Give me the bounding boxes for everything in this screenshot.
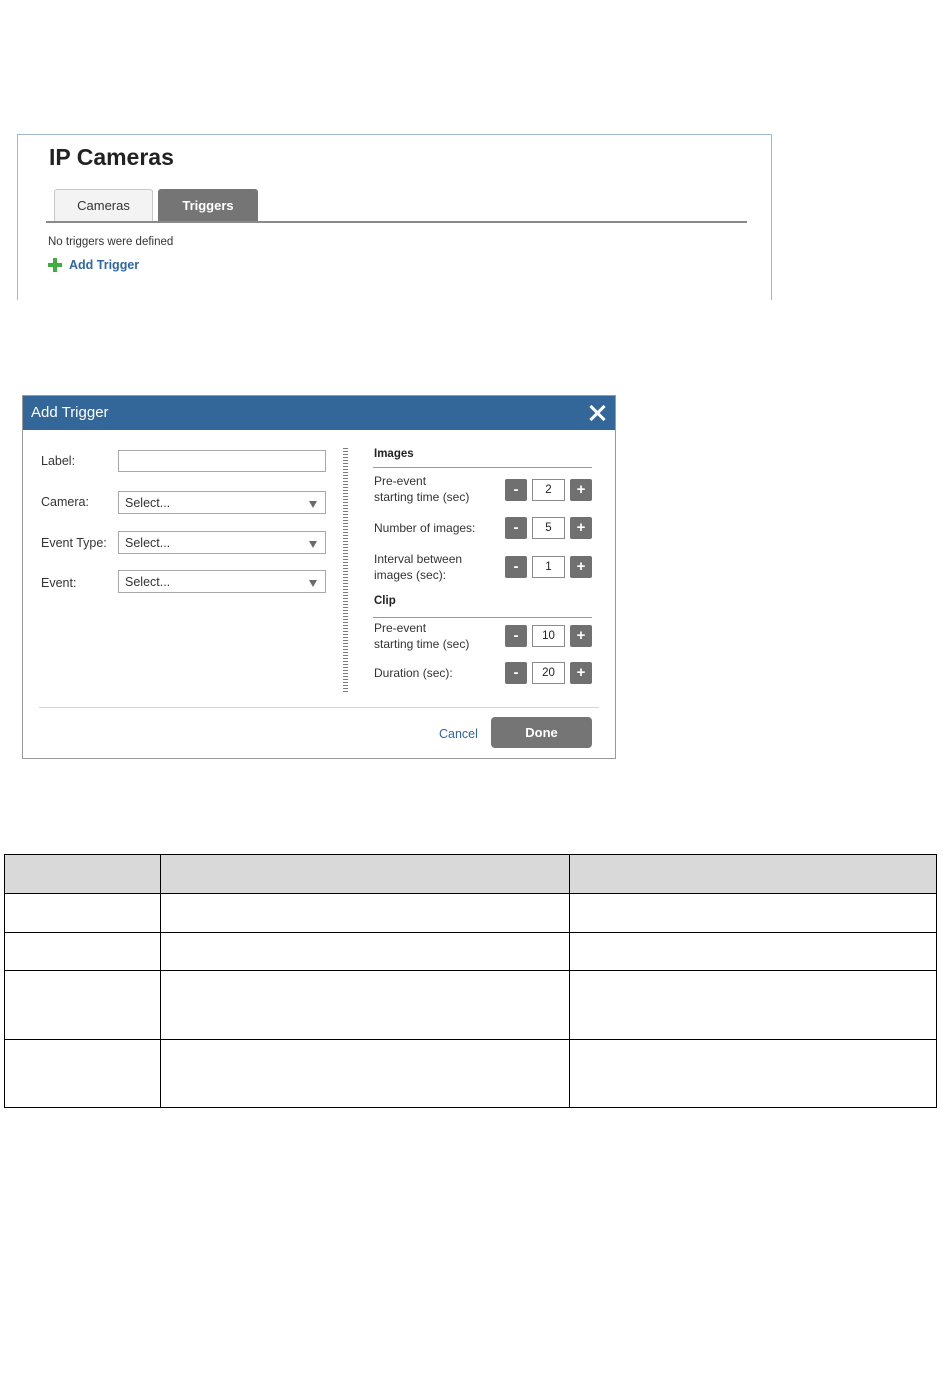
table-cell: [569, 970, 937, 1040]
event-select-value: Select...: [125, 575, 171, 589]
table-cell: [159, 893, 571, 933]
table-row: [4, 1039, 937, 1108]
number-of-images-label: Number of images:: [374, 521, 476, 535]
event-select[interactable]: Select...: [118, 570, 326, 593]
images-pre-event-label-line2: starting time (sec): [374, 490, 470, 504]
table-cell: [4, 932, 161, 971]
clip-pre-event-stepper: - 10 +: [505, 625, 592, 647]
label-input[interactable]: [118, 450, 326, 472]
event-type-select[interactable]: Select...: [118, 531, 326, 554]
event-type-field-label: Event Type:: [41, 536, 107, 550]
number-of-images-stepper: - 5 +: [505, 517, 592, 539]
empty-message: No triggers were defined: [48, 236, 174, 248]
label-field-label: Label:: [41, 454, 76, 468]
images-pre-event-label-line1: Pre-event: [374, 474, 427, 488]
plus-icon: [48, 258, 62, 272]
tab-underline: [46, 221, 747, 223]
camera-select-value: Select...: [125, 496, 171, 510]
decrement-button[interactable]: -: [505, 625, 527, 647]
dialog-header: Add Trigger: [23, 396, 615, 430]
table-row: [4, 893, 937, 933]
decrement-button[interactable]: -: [505, 479, 527, 501]
table-cell: [4, 1039, 161, 1108]
interval-value[interactable]: 1: [532, 556, 565, 578]
event-field-label: Event:: [41, 576, 77, 590]
cancel-button[interactable]: Cancel: [439, 727, 478, 741]
table-cell: [569, 893, 937, 933]
chevron-down-icon: [309, 501, 317, 508]
images-section-title: Images: [374, 448, 414, 460]
table-cell: [159, 932, 571, 971]
number-of-images-value[interactable]: 5: [532, 517, 565, 539]
clip-section-line: [373, 617, 592, 618]
column-divider: [343, 448, 348, 693]
page-title: IP Cameras: [49, 144, 174, 170]
duration-stepper: - 20 +: [505, 662, 592, 684]
decrement-button[interactable]: -: [505, 517, 527, 539]
table-row: [4, 970, 937, 1040]
table-cell: [159, 1039, 571, 1108]
clip-section-title: Clip: [374, 595, 396, 607]
table-header-row: [4, 854, 937, 894]
images-pre-event-label: Pre-event starting time (sec): [374, 473, 469, 505]
interval-label-line2: images (sec):: [374, 568, 447, 582]
table-cell: [4, 893, 161, 933]
chevron-down-icon: [309, 580, 317, 587]
camera-select[interactable]: Select...: [118, 491, 326, 514]
add-trigger-link[interactable]: Add Trigger: [48, 258, 139, 272]
event-type-select-value: Select...: [125, 536, 171, 550]
table-cell: [569, 932, 937, 971]
tab-cameras[interactable]: Cameras: [54, 189, 153, 221]
table-header-cell: [4, 854, 161, 894]
ip-cameras-panel: IP Cameras Cameras Triggers No triggers …: [17, 134, 772, 300]
close-icon[interactable]: [587, 403, 607, 423]
dialog-title: Add Trigger: [31, 404, 109, 421]
interval-stepper: - 1 +: [505, 556, 592, 578]
table-header-cell: [159, 854, 571, 894]
clip-pre-event-label-line1: Pre-event: [374, 621, 427, 635]
duration-label: Duration (sec):: [374, 666, 453, 680]
decrement-button[interactable]: -: [505, 556, 527, 578]
clip-pre-event-value[interactable]: 10: [532, 625, 565, 647]
camera-field-label: Camera:: [41, 495, 89, 509]
increment-button[interactable]: +: [570, 556, 592, 578]
chevron-down-icon: [309, 541, 317, 548]
images-pre-event-value[interactable]: 2: [532, 479, 565, 501]
clip-pre-event-label: Pre-event starting time (sec): [374, 620, 469, 652]
clip-pre-event-label-line2: starting time (sec): [374, 637, 470, 651]
images-pre-event-stepper: - 2 +: [505, 479, 592, 501]
duration-value[interactable]: 20: [532, 662, 565, 684]
tab-triggers[interactable]: Triggers: [158, 189, 258, 221]
images-section-line: [373, 467, 592, 468]
increment-button[interactable]: +: [570, 662, 592, 684]
table-header-cell: [569, 854, 937, 894]
table-cell: [569, 1039, 937, 1108]
interval-label: Interval between images (sec):: [374, 551, 462, 583]
increment-button[interactable]: +: [570, 479, 592, 501]
footer-divider: [39, 707, 599, 708]
interval-label-line1: Interval between: [374, 552, 463, 566]
empty-table: [4, 854, 937, 1108]
decrement-button[interactable]: -: [505, 662, 527, 684]
table-cell: [4, 970, 161, 1040]
done-button[interactable]: Done: [491, 717, 592, 748]
add-trigger-dialog: Add Trigger Label: Camera: Select... Eve…: [22, 395, 616, 759]
add-trigger-label[interactable]: Add Trigger: [69, 258, 139, 272]
increment-button[interactable]: +: [570, 625, 592, 647]
table-cell: [159, 970, 571, 1040]
increment-button[interactable]: +: [570, 517, 592, 539]
table-row: [4, 932, 937, 971]
